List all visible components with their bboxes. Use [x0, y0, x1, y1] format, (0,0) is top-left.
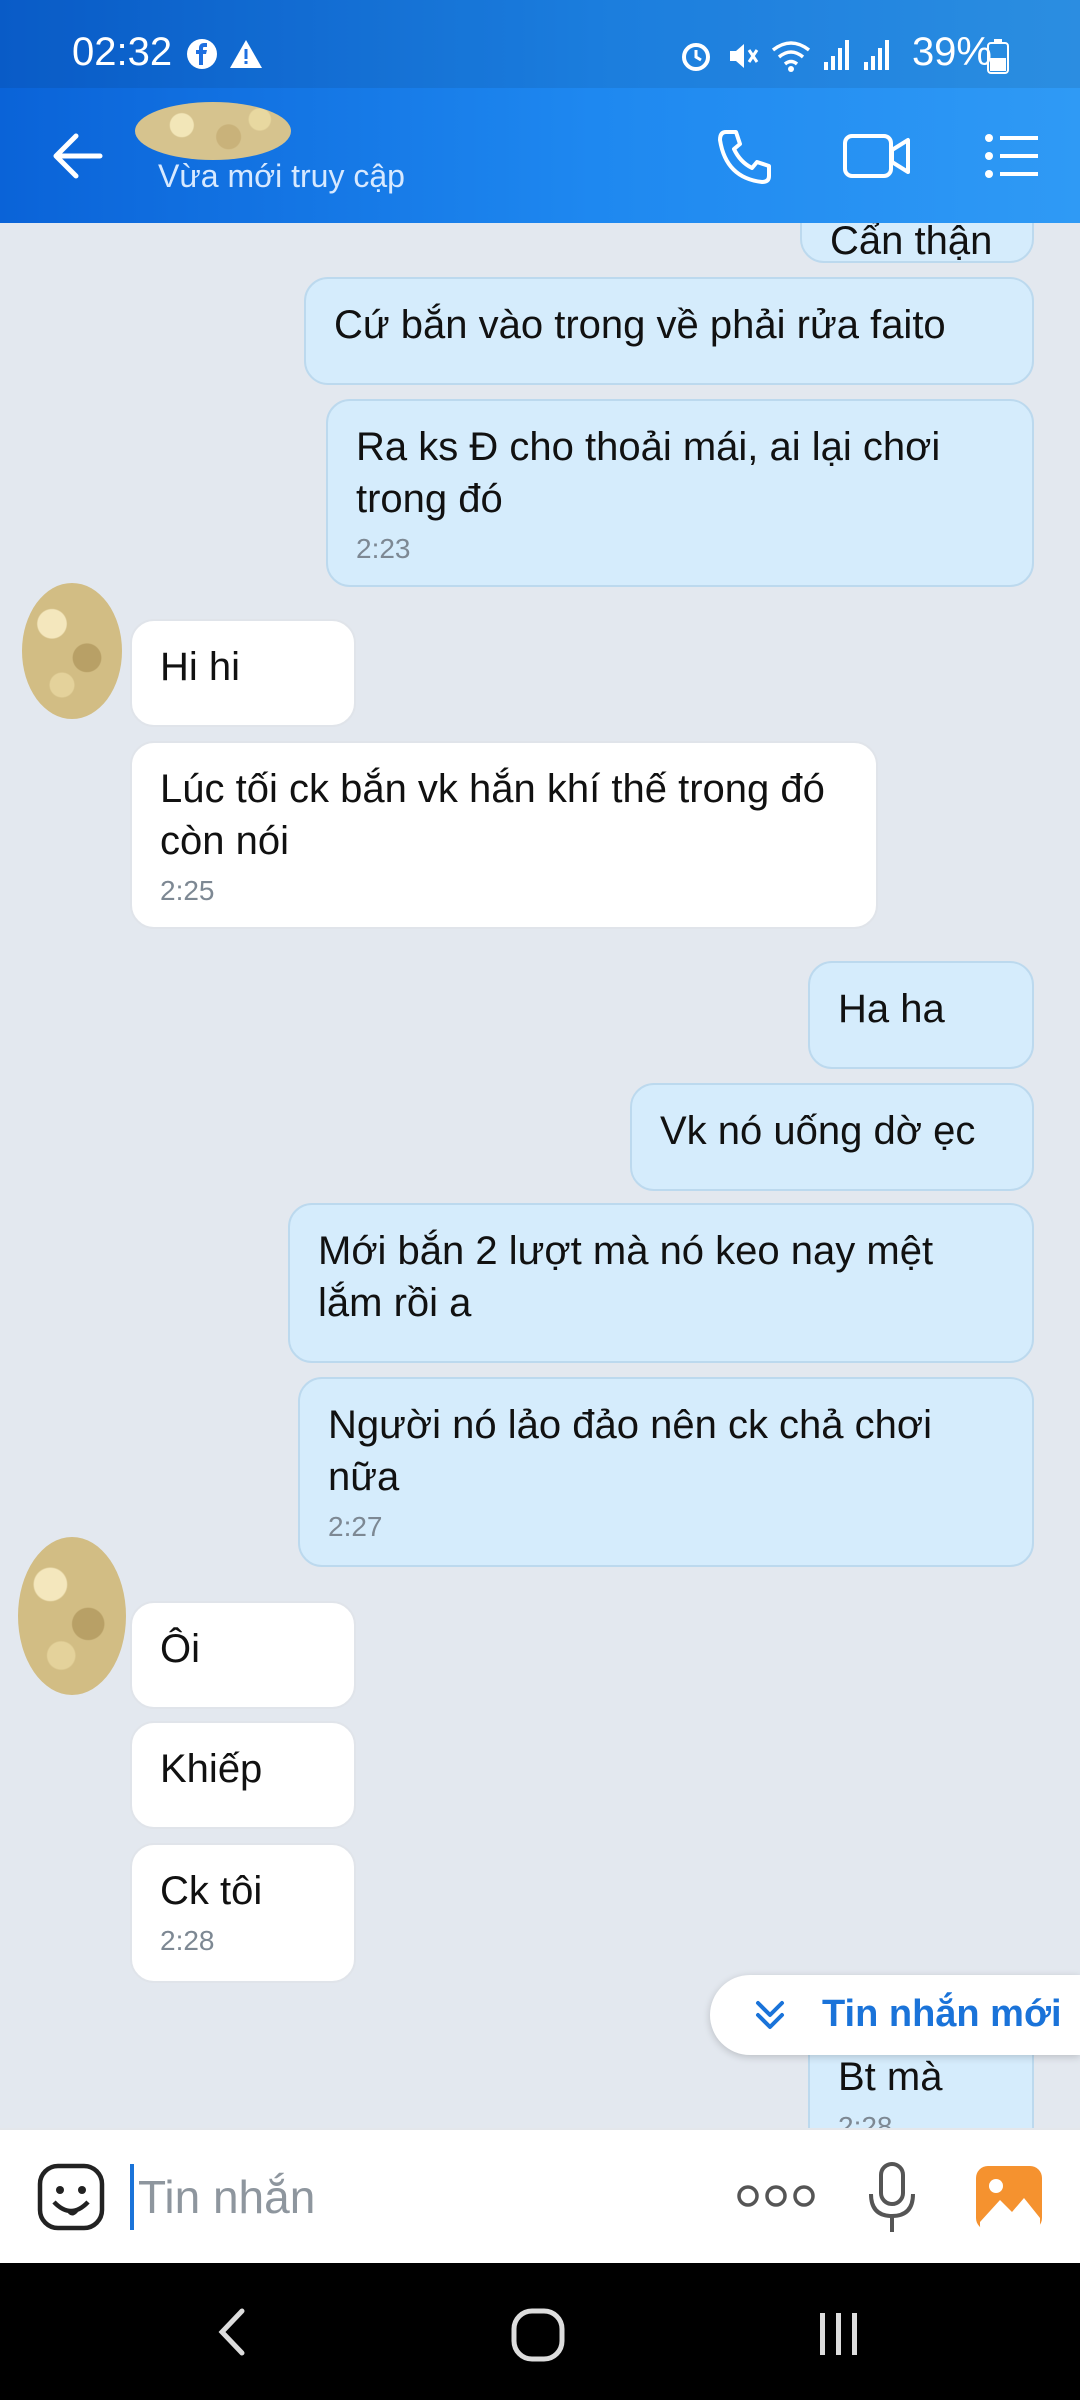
alarm-icon — [682, 43, 710, 71]
new-messages-button[interactable]: Tin nhắn mới — [710, 1975, 1080, 2055]
message-bubble-outgoing[interactable]: Ra ks Đ cho thoải mái, ai lại chơi trong… — [326, 399, 1034, 587]
message-bubble-outgoing[interactable]: Người nó lảo đảo nên ck chả chơi nữa 2:2… — [298, 1377, 1034, 1567]
warning-icon — [230, 40, 262, 68]
message-text: Khiếp — [160, 1747, 263, 1791]
message-list[interactable]: Cẩn thận Cứ bắn vào trong về phải rửa fa… — [0, 223, 1080, 2128]
message-text: Người nó lảo đảo nên ck chả chơi nữa — [328, 1403, 933, 1499]
nav-back-icon[interactable] — [212, 2307, 252, 2357]
new-messages-label: Tin nhắn mới — [822, 1993, 1062, 2035]
message-time: 2:23 — [356, 533, 411, 564]
message-bubble-incoming[interactable]: Ôi — [130, 1601, 356, 1709]
message-bubble-incoming[interactable]: Lúc tối ck bắn vk hắn khí thế trong đó c… — [130, 741, 878, 929]
message-text: Ha ha — [838, 987, 945, 1031]
message-text: Ck tôi — [160, 1869, 263, 1913]
status-bar: 02:32 39% — [0, 0, 1080, 88]
message-bubble-incoming[interactable]: Khiếp — [130, 1721, 356, 1829]
message-bubble-incoming[interactable]: Ck tôi 2:28 — [130, 1843, 356, 1983]
status-time: 02:32 — [72, 30, 173, 74]
nav-recents-icon[interactable] — [814, 2309, 864, 2359]
gallery-icon[interactable] — [974, 2164, 1044, 2232]
message-bubble-outgoing[interactable]: Mới bắn 2 lượt mà nó keo nay mệt lắm rồi… — [288, 1203, 1034, 1363]
double-chevron-down-icon — [756, 2001, 784, 2029]
microphone-icon[interactable] — [864, 2160, 920, 2236]
nav-home-icon[interactable] — [510, 2307, 566, 2363]
message-input[interactable] — [130, 2164, 698, 2230]
battery-level: 39% — [911, 30, 992, 74]
phone-icon[interactable] — [712, 126, 774, 188]
contact-avatar[interactable] — [18, 1537, 126, 1695]
message-composer — [0, 2128, 1080, 2265]
battery-icon — [987, 39, 1009, 74]
message-time: 2:25 — [160, 875, 215, 906]
sticker-icon[interactable] — [36, 2162, 106, 2232]
signal-icon-1 — [824, 40, 849, 70]
message-text: Ôi — [160, 1627, 200, 1671]
message-text: Mới bắn 2 lượt mà nó keo nay mệt lắm rồi… — [318, 1229, 934, 1325]
message-bubble-outgoing[interactable]: Ha ha — [808, 961, 1034, 1069]
contact-avatar[interactable] — [22, 583, 122, 719]
system-navigation-bar — [0, 2263, 1080, 2400]
message-text: Bt mà — [838, 2055, 943, 2099]
message-bubble-outgoing[interactable]: Cứ bắn vào trong về phải rửa faito — [304, 277, 1034, 385]
video-call-icon[interactable] — [842, 126, 912, 186]
signal-icon-2 — [864, 40, 889, 70]
menu-list-icon[interactable] — [982, 126, 1042, 186]
message-time: 2:27 — [328, 1511, 383, 1542]
message-time: 2:28 — [838, 2111, 893, 2128]
message-time: 2:28 — [160, 1925, 215, 1956]
more-icon[interactable] — [736, 2178, 816, 2214]
message-text: Ra ks Đ cho thoải mái, ai lại chơi trong… — [356, 425, 941, 521]
message-bubble-outgoing[interactable]: Vk nó uống dờ ẹc — [630, 1083, 1034, 1191]
wifi-icon — [771, 41, 811, 72]
message-text: Hi hi — [160, 645, 241, 689]
message-text: Cẩn thận — [830, 223, 993, 263]
top-bar: 02:32 39% Vừa mới truy cập — [0, 0, 1080, 223]
contact-name-redacted[interactable] — [135, 102, 291, 160]
mute-icon — [730, 44, 759, 68]
message-text: Vk nó uống dờ ẹc — [660, 1109, 976, 1153]
message-bubble-outgoing[interactable]: Cẩn thận — [800, 223, 1034, 263]
back-arrow-icon[interactable] — [48, 126, 108, 186]
message-bubble-incoming[interactable]: Hi hi — [130, 619, 356, 727]
chat-header: Vừa mới truy cập — [0, 88, 1080, 223]
message-text: Lúc tối ck bắn vk hắn khí thế trong đó c… — [160, 767, 825, 863]
facebook-icon — [187, 39, 217, 69]
message-text: Cứ bắn vào trong về phải rửa faito — [334, 303, 946, 347]
last-seen-status: Vừa mới truy cập — [158, 158, 405, 194]
